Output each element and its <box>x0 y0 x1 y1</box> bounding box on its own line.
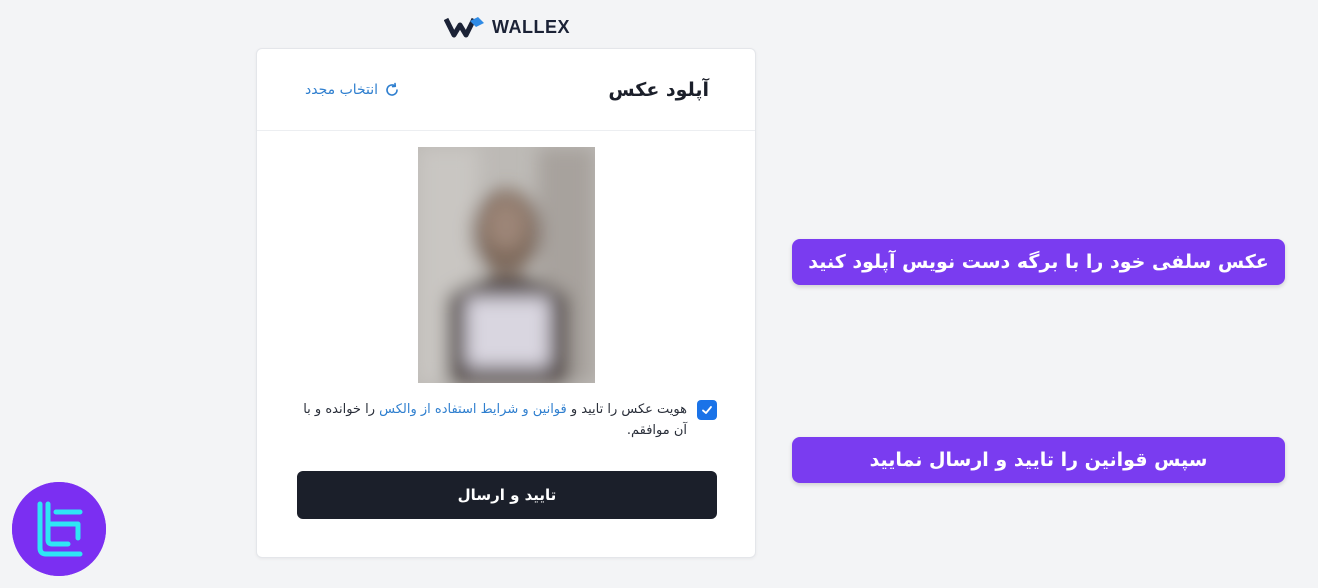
confirm-submit-button[interactable]: تایید و ارسال <box>297 471 717 519</box>
consent-text-before: هویت عکس را تایید و <box>566 402 687 417</box>
reselect-label: انتخاب مجدد <box>305 81 379 98</box>
brand-badge-logo <box>12 482 106 576</box>
consent-text: هویت عکس را تایید و قوانین و شرایط استفا… <box>297 399 687 441</box>
card-title: آپلود عکس <box>608 78 709 101</box>
reselect-button[interactable]: انتخاب مجدد <box>305 82 400 98</box>
wallex-logo: WALLEX <box>444 14 570 40</box>
logo-text: WALLEX <box>492 16 570 37</box>
brand-badge-icon <box>12 482 106 576</box>
refresh-icon <box>386 82 398 96</box>
terms-consent: هویت عکس را تایید و قوانین و شرایط استفا… <box>297 399 717 441</box>
card-header: آپلود عکس انتخاب مجدد <box>257 49 755 131</box>
check-icon <box>702 406 712 414</box>
upload-card: آپلود عکس انتخاب مجدد هویت عکس را تایید … <box>256 48 756 558</box>
terms-checkbox[interactable] <box>697 400 717 420</box>
selfie-preview-image <box>418 147 595 383</box>
wallex-logo-icon <box>444 17 484 38</box>
annotation-step-1: عکس سلفی خود را با برگه دست نویس آپلود ک… <box>792 239 1285 285</box>
annotation-step-2: سپس قوانین را تایید و ارسال نمایید <box>792 437 1285 483</box>
terms-link[interactable]: قوانین و شرایط استفاده از والکس <box>379 402 567 417</box>
